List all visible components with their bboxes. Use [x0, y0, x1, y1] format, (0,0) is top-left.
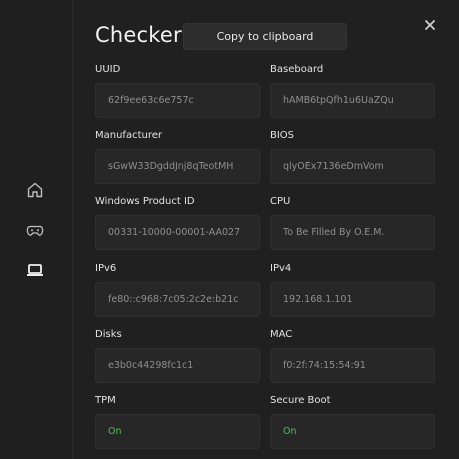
- mac-label: MAC: [270, 329, 293, 340]
- ipv6-field[interactable]: fe80::c968:7c05:2c2e:b21c: [95, 282, 260, 317]
- secure-boot-label: Secure Boot: [270, 395, 331, 406]
- baseboard-label: Baseboard: [270, 64, 324, 75]
- disks-field[interactable]: e3b0c44298fc1c1: [95, 348, 260, 383]
- cpu-label: CPU: [270, 196, 291, 207]
- close-icon[interactable]: [422, 17, 438, 33]
- ipv4-field[interactable]: 192.168.1.101: [270, 282, 435, 317]
- home-icon[interactable]: [24, 179, 46, 201]
- page-title: Checker: [95, 23, 182, 47]
- bios-field[interactable]: qlyOEx7136eDmVom: [270, 149, 435, 184]
- ipv4-label: IPv4: [270, 263, 292, 274]
- uuid-label: UUID: [95, 64, 121, 75]
- manufacturer-field[interactable]: sGwW33DgddJnj8qTeotMH: [95, 149, 260, 184]
- checker-panel: Checker Copy to clipboard UUID 62f9ee63c…: [73, 0, 459, 459]
- gamepad-icon[interactable]: [24, 220, 46, 242]
- ipv6-label: IPv6: [95, 263, 117, 274]
- copy-to-clipboard-button[interactable]: Copy to clipboard: [183, 23, 347, 50]
- tpm-label: TPM: [95, 395, 116, 406]
- disks-label: Disks: [95, 329, 122, 340]
- mac-field[interactable]: f0:2f:74:15:54:91: [270, 348, 435, 383]
- manufacturer-label: Manufacturer: [95, 130, 162, 141]
- sidebar: [0, 0, 73, 459]
- bios-label: BIOS: [270, 130, 295, 141]
- laptop-icon[interactable]: [24, 259, 46, 281]
- uuid-field[interactable]: 62f9ee63c6e757c: [95, 83, 260, 118]
- tpm-status[interactable]: On: [95, 414, 260, 449]
- baseboard-field[interactable]: hAMB6tpQfh1u6UaZQu: [270, 83, 435, 118]
- product-id-field[interactable]: 00331-10000-00001-AA027: [95, 215, 260, 250]
- product-id-label: Windows Product ID: [95, 196, 195, 207]
- secure-boot-status[interactable]: On: [270, 414, 435, 449]
- cpu-field[interactable]: To Be Filled By O.E.M.: [270, 215, 435, 250]
